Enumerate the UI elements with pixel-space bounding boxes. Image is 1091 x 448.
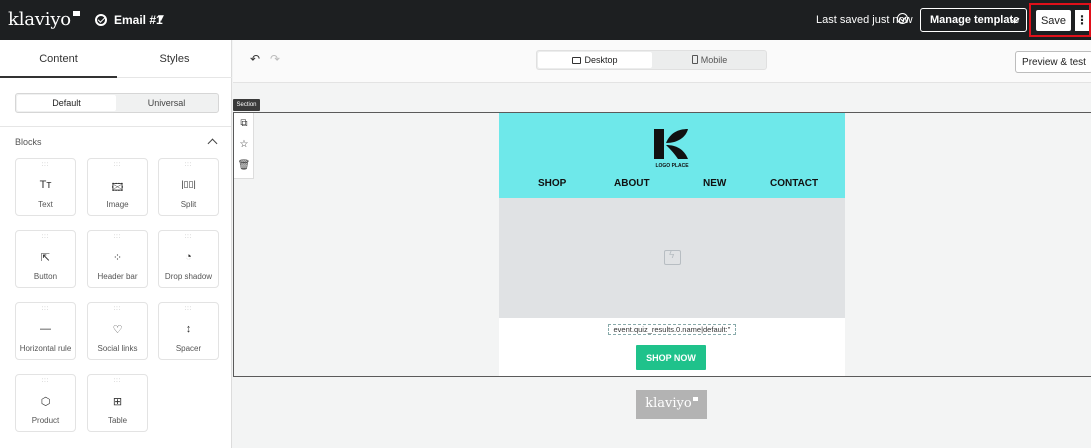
block-label: Text <box>38 200 53 209</box>
drop-shadow-icon: ◔ <box>185 251 192 263</box>
hero-image-placeholder[interactable] <box>499 198 845 318</box>
block-spacer[interactable]: ::: ↕ Spacer <box>158 302 219 360</box>
blocks-heading: Blocks <box>15 137 42 147</box>
nav-new[interactable]: NEW <box>703 178 726 189</box>
block-label: Horizontal rule <box>19 344 72 353</box>
duplicate-icon[interactable]: ⧉ <box>234 118 254 129</box>
mobile-view-button[interactable]: Mobile <box>653 52 766 68</box>
drag-handle-icon: ::: <box>184 162 193 168</box>
block-split[interactable]: ::: |▯▯| Split <box>158 158 219 216</box>
desktop-view-button[interactable]: Desktop <box>538 52 652 68</box>
klaviyo-logo[interactable]: klaviyo <box>8 9 80 30</box>
drag-handle-icon: ::: <box>184 306 193 312</box>
phone-icon <box>691 55 698 64</box>
drag-handle-icon: ::: <box>41 234 50 240</box>
spacer-icon: ↕ <box>185 323 192 335</box>
nav-shop[interactable]: SHOP <box>538 178 566 189</box>
undo-icon[interactable]: ↶ <box>250 52 260 66</box>
desktop-label: Desktop <box>584 55 618 65</box>
block-drop-shadow[interactable]: ::: ◔ Drop shadow <box>158 230 219 288</box>
block-label: Drop shadow <box>164 272 213 281</box>
block-label: Product <box>31 416 60 425</box>
email-header[interactable]: LOGO PLACE SHOP ABOUT NEW CONTACT <box>499 113 845 198</box>
email-body: LOGO PLACE SHOP ABOUT NEW CONTACT event.… <box>499 113 845 376</box>
table-icon: ⊞ <box>112 396 123 408</box>
logo-placeholder-text: LOGO PLACE <box>655 163 689 169</box>
drag-handle-icon: ::: <box>113 162 122 168</box>
drag-handle-icon: ::: <box>41 306 50 312</box>
shop-now-button[interactable]: SHOP NOW <box>636 345 706 370</box>
trash-icon[interactable]: 🗑 <box>234 160 254 171</box>
manage-template-label: Manage template <box>930 14 1020 26</box>
more-options-icon[interactable]: ⋮ <box>1075 10 1089 31</box>
save-highlight: Save ⋮ <box>1029 3 1091 37</box>
nav-about[interactable]: ABOUT <box>614 178 650 189</box>
drag-handle-icon: ::: <box>41 378 50 384</box>
header-bar-icon: ⁘ <box>112 252 123 264</box>
left-panel: Content Styles Default Universal Blocks … <box>0 40 232 448</box>
block-text[interactable]: ::: Tт Text <box>15 158 76 216</box>
block-label: Header bar <box>97 272 138 281</box>
section-tools: ⧉ ☆ 🗑 <box>234 113 254 179</box>
button-icon: ⇱ <box>40 252 51 264</box>
drag-handle-icon: ::: <box>184 234 193 240</box>
heart-icon: ♡ <box>112 324 123 336</box>
caret-down-icon[interactable]: ▼ <box>156 13 166 24</box>
block-horizontal-rule[interactable]: ::: — Horizontal rule <box>15 302 76 360</box>
image-icon: 🖾 <box>111 182 124 194</box>
horizontal-rule-icon: — <box>40 323 51 335</box>
split-icon: |▯▯| <box>181 179 196 189</box>
block-label: Image <box>106 200 129 209</box>
nav-contact[interactable]: CONTACT <box>770 178 818 189</box>
drag-handle-icon: ::: <box>113 378 122 384</box>
canvas-toolbar: ↶ ↷ Desktop Mobile Preview & test <box>233 40 1091 83</box>
segment-default[interactable]: Default <box>17 95 116 111</box>
segment-universal[interactable]: Universal <box>116 95 217 111</box>
image-placeholder-icon <box>664 250 681 265</box>
divider <box>0 126 231 127</box>
block-button[interactable]: ::: ⇱ Button <box>15 230 76 288</box>
block-type-toggle: Default Universal <box>15 93 219 113</box>
star-icon[interactable]: ☆ <box>234 139 254 150</box>
block-label: Social links <box>97 344 138 353</box>
logo-mark-icon <box>654 129 688 159</box>
tab-styles[interactable]: Styles <box>117 40 232 78</box>
check-circle-icon <box>95 14 107 26</box>
mobile-label: Mobile <box>700 55 728 65</box>
tab-content[interactable]: Content <box>0 40 117 78</box>
block-label: Table <box>107 416 128 425</box>
monitor-icon <box>572 57 582 64</box>
product-icon: ⬡ <box>40 396 51 408</box>
block-table[interactable]: ::: ⊞ Table <box>87 374 148 432</box>
block-label: Button <box>33 272 58 281</box>
saved-check-icon <box>897 13 908 24</box>
manage-template-button[interactable]: Manage template <box>920 8 1027 32</box>
logo-flag-icon <box>692 397 698 401</box>
drag-handle-icon: ::: <box>41 162 50 168</box>
section-tag: Section <box>233 99 260 111</box>
chevron-up-icon[interactable] <box>207 138 218 149</box>
block-product[interactable]: ::: ⬡ Product <box>15 374 76 432</box>
logo-flag-icon <box>72 11 80 16</box>
block-image[interactable]: ::: 🖾 Image <box>87 158 148 216</box>
block-social-links[interactable]: ::: ♡ Social links <box>87 302 148 360</box>
drag-handle-icon: ::: <box>113 306 122 312</box>
block-header-bar[interactable]: ::: ⁘ Header bar <box>87 230 148 288</box>
block-label: Spacer <box>175 344 202 353</box>
dynamic-text-block[interactable]: event.quiz_results.0.name|default:'' <box>608 324 736 335</box>
text-icon: Tт <box>39 179 52 191</box>
block-label: Split <box>180 200 197 209</box>
top-bar: klaviyo Email #1 ▼ Last saved just now M… <box>0 0 1091 40</box>
preview-test-button[interactable]: Preview & test <box>1015 51 1091 73</box>
drag-handle-icon: ::: <box>113 234 122 240</box>
device-toggle: Desktop Mobile <box>536 50 767 70</box>
save-button[interactable]: Save <box>1036 10 1071 31</box>
redo-icon[interactable]: ↷ <box>270 52 280 66</box>
footer-klaviyo-logo: klaviyo <box>636 390 707 419</box>
